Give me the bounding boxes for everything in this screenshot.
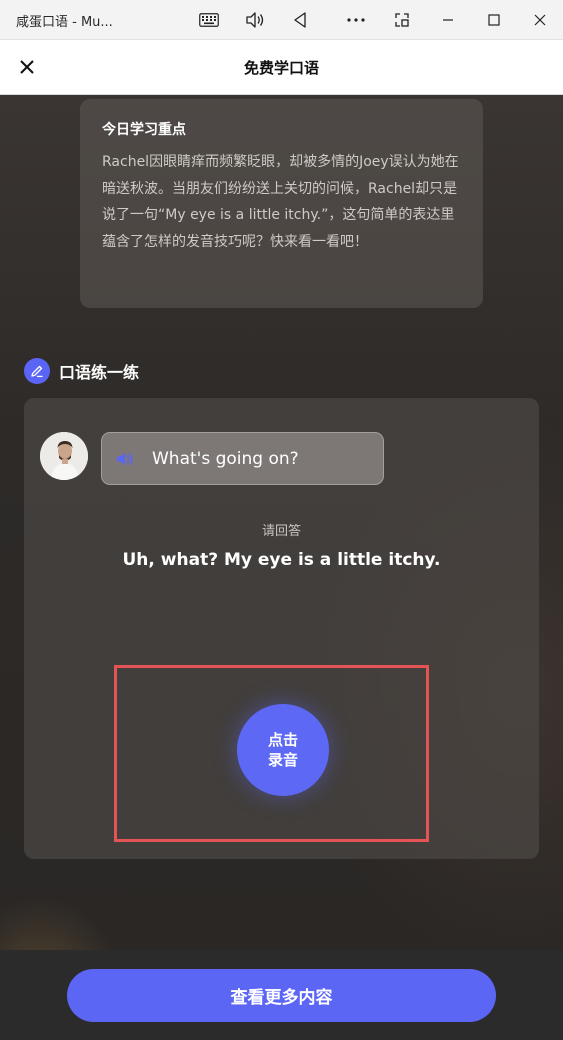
speaker-icon[interactable] <box>115 449 135 469</box>
main-content: 今日学习重点 Rachel因眼睛痒而频繁眨眼，却被多情的Joey误认为她在暗送秋… <box>0 95 563 950</box>
study-focus-card: 今日学习重点 Rachel因眼睛痒而频繁眨眼，却被多情的Joey误认为她在暗送秋… <box>80 99 483 308</box>
practice-card: What's going on? 请回答 Uh, what? My eye is… <box>24 398 539 859</box>
minimize-icon[interactable] <box>436 8 460 32</box>
question-bubble[interactable]: What's going on? <box>101 432 384 485</box>
record-button-line2: 录音 <box>267 751 298 769</box>
record-highlight-frame: 点击 录音 <box>114 665 429 842</box>
answer-prompt-label: 请回答 <box>261 524 301 539</box>
bottom-bar: 查看更多内容 <box>0 950 563 1040</box>
keyboard-icon[interactable] <box>197 8 221 32</box>
avatar <box>40 432 88 480</box>
practice-section-title: 口语练一练 <box>59 363 140 382</box>
window-close-icon[interactable] <box>528 8 552 32</box>
view-more-button[interactable]: 查看更多内容 <box>67 969 496 1022</box>
practice-section-header: 口语练一练 <box>24 358 139 384</box>
more-dots-icon[interactable] <box>344 8 368 32</box>
window-titlebar: 咸蛋口语 - Mu... <box>0 0 563 40</box>
record-button[interactable]: 点击 录音 <box>237 704 329 796</box>
record-button-line1: 点击 <box>267 731 298 749</box>
app-header: 免费学口语 <box>0 40 563 95</box>
window-title: 咸蛋口语 - Mu... <box>16 15 113 30</box>
maximize-icon[interactable] <box>482 8 506 32</box>
page-title: 免费学口语 <box>243 59 319 77</box>
question-text: What's going on? <box>152 448 299 469</box>
study-focus-title: 今日学习重点 <box>102 122 186 138</box>
volume-icon[interactable] <box>243 8 267 32</box>
pencil-icon <box>24 358 50 384</box>
back-triangle-icon[interactable] <box>288 8 312 32</box>
study-focus-body: Rachel因眼睛痒而频繁眨眼，却被多情的Joey误认为她在暗送秋波。当朋友们纷… <box>102 154 459 250</box>
answer-text: Uh, what? My eye is a little itchy. <box>122 550 441 570</box>
screenshot-icon[interactable] <box>390 8 414 32</box>
